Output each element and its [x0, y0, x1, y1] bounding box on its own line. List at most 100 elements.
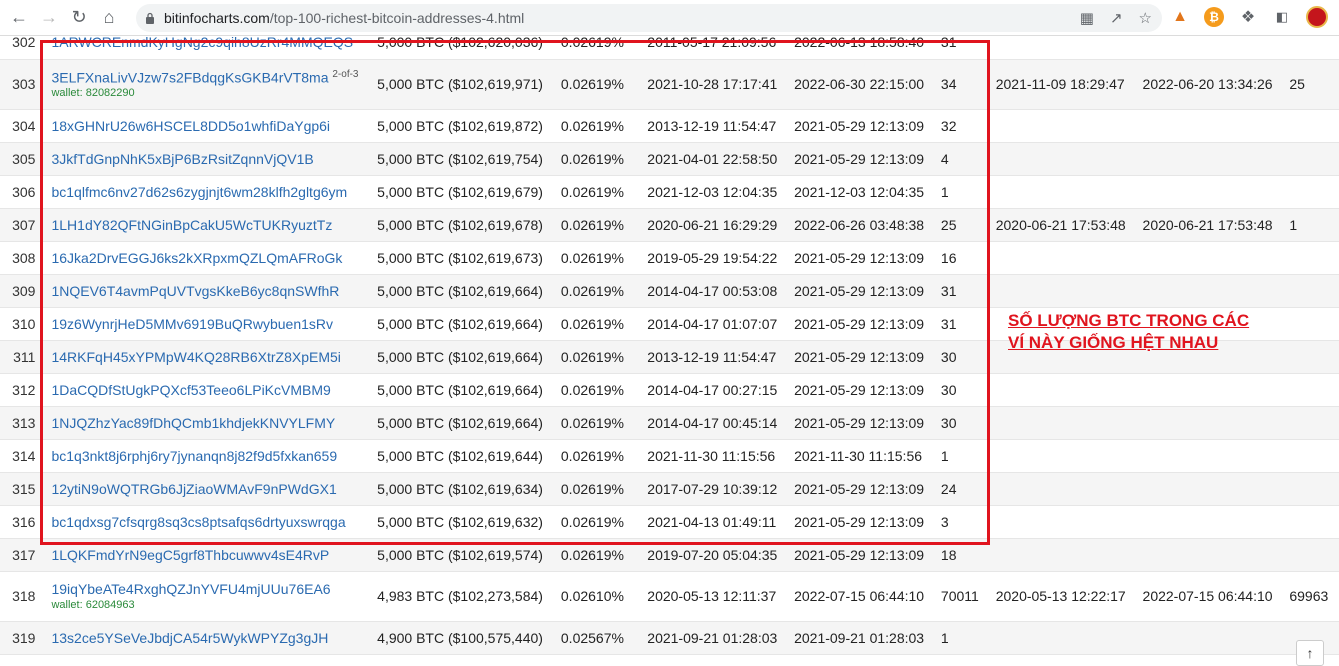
first-out-cell: [985, 406, 1133, 440]
address-link[interactable]: 18xGHNrU26w6HSCEL8DD5o1whfiDaYgp6i: [51, 118, 330, 134]
last-in-cell: 2021-05-29 12:13:09: [784, 538, 931, 572]
address-cell: 19iqYbeATe4RxghQZJnYVFU4mjUUu76EA6 wallet…: [43, 571, 368, 622]
last-out-cell: [1132, 373, 1280, 407]
address-bar[interactable]: bitinfocharts.com/top-100-richest-bitcoi…: [136, 4, 1162, 32]
percent-cell: 0.02619%: [550, 175, 638, 209]
last-in-cell: 2021-05-29 12:13:09: [784, 340, 931, 374]
first-out-cell: [985, 142, 1133, 176]
ins-count-cell: 32: [930, 109, 986, 143]
extensions-puzzle-icon[interactable]: ❖: [1238, 7, 1258, 27]
address-link[interactable]: 14RKFqH45xYPMpW4KQ28RB6XtrZ8XpEM5i: [51, 349, 340, 365]
last-in-cell: 2021-12-03 12:04:35: [784, 175, 931, 209]
coin-extension-icon[interactable]: ₿: [1204, 7, 1224, 27]
first-in-cell: 2021-11-30 11:15:56: [637, 439, 785, 473]
address-link[interactable]: 1NQEV6T4avmPqUVTvgsKkeB6yc8qnSWfhR: [51, 283, 339, 299]
balance-cell: 5,000 BTC ($102,619,971): [367, 59, 551, 110]
ins-count-cell: 1: [930, 621, 986, 655]
rank-cell: 307: [0, 208, 44, 242]
forward-icon[interactable]: →: [34, 3, 64, 33]
bookmark-star-icon[interactable]: ☆: [1139, 9, 1152, 27]
address-cell: 1NJQZhzYac89fDhQCmb1khdjekKNVYLFMY: [43, 406, 368, 440]
last-in-cell: 2021-05-29 12:13:09: [784, 142, 931, 176]
first-in-cell: 2021-04-01 22:58:50: [637, 142, 785, 176]
rank-cell: 312: [0, 373, 44, 407]
address-link[interactable]: 19z6WynrjHeD5MMv6919BuQRwybuen1sRv: [51, 316, 333, 332]
rank-cell: 317: [0, 538, 44, 572]
outs-count-cell: 69963: [1279, 571, 1339, 622]
metamask-extension-icon[interactable]: ▲: [1170, 7, 1190, 27]
table-row: 315 12ytiN9oWQTRGb6JjZiaoWMAvF9nPWdGX1 5,0…: [0, 472, 1339, 506]
balance-cell: 5,000 BTC ($102,619,754): [367, 142, 551, 176]
address-link[interactable]: 3ELFXnaLivVJzw7s2FBdqgKsGKB4rVT8ma: [51, 69, 328, 85]
wallet-label[interactable]: wallet: 82082290: [51, 87, 363, 99]
wallet-label[interactable]: wallet: 62084963: [51, 599, 363, 611]
address-cell: 14RKFqH45xYPMpW4KQ28RB6XtrZ8XpEM5i: [43, 340, 368, 374]
last-out-cell: [1132, 142, 1280, 176]
percent-cell: 0.02567%: [550, 621, 638, 655]
translate-icon[interactable]: ▦: [1080, 9, 1094, 27]
first-in-cell: 2014-04-17 01:07:07: [637, 307, 785, 341]
outs-count-cell: [1279, 340, 1339, 374]
outs-count-cell: 1: [1279, 208, 1339, 242]
last-in-cell: 2021-11-30 11:15:56: [784, 439, 931, 473]
table-row: 312 1DaCQDfStUgkPQXcf53Teeo6LPiKcVMBM9 5,0…: [0, 373, 1339, 407]
address-link[interactable]: bc1q3nkt8j6rphj6ry7jynanqn8j82f9d5fxkan6…: [51, 448, 337, 464]
address-link[interactable]: bc1qlfmc6nv27d62s6zygjnjt6wm28klfh2gltg6…: [51, 184, 347, 200]
rank-cell: 308: [0, 241, 44, 275]
address-link[interactable]: 12ytiN9oWQTRGb6JjZiaoWMAvF9nPWdGX1: [51, 481, 336, 497]
last-in-cell: 2022-07-15 06:44:10: [784, 571, 931, 622]
back-icon[interactable]: ←: [4, 3, 34, 33]
first-in-cell: 2021-10-28 17:17:41: [637, 59, 785, 110]
address-link[interactable]: 1DaCQDfStUgkPQXcf53Teeo6LPiKcVMBM9: [51, 382, 330, 398]
ins-count-cell: 3: [930, 505, 986, 539]
side-panel-icon[interactable]: ◧: [1272, 7, 1292, 27]
percent-cell: 0.02619%: [550, 538, 638, 572]
rank-cell: 318: [0, 571, 44, 622]
rank-cell: 309: [0, 274, 44, 308]
profile-avatar[interactable]: [1306, 6, 1328, 28]
address-link[interactable]: 1LQKFmdYrN9egC5grf8Thbcuwwv4sE4RvP: [51, 547, 329, 563]
rank-cell: 315: [0, 472, 44, 506]
reload-icon[interactable]: ↻: [64, 3, 94, 33]
first-in-cell: 2020-06-21 16:29:29: [637, 208, 785, 242]
outs-count-cell: [1279, 36, 1339, 60]
address-link[interactable]: 1NJQZhzYac89fDhQCmb1khdjekKNVYLFMY: [51, 415, 335, 431]
last-in-cell: 2021-05-29 12:13:09: [784, 274, 931, 308]
rank-cell: 310: [0, 307, 44, 341]
lock-icon[interactable]: [136, 12, 164, 24]
last-in-cell: 2021-05-29 12:13:09: [784, 373, 931, 407]
first-out-cell: 2021-11-09 18:29:47: [985, 59, 1133, 110]
address-link[interactable]: 1LH1dY82QFtNGinBpCakU5WcTUKRyuztTz: [51, 217, 332, 233]
rank-cell: 302: [0, 36, 44, 60]
balance-cell: 5,000 BTC ($102,619,678): [367, 208, 551, 242]
scroll-to-top-button[interactable]: ↑: [1296, 640, 1324, 666]
first-out-cell: [985, 175, 1133, 209]
address-cell: 12ytiN9oWQTRGb6JjZiaoWMAvF9nPWdGX1: [43, 472, 368, 506]
address-link[interactable]: 19iqYbeATe4RxghQZJnYVFU4mjUUu76EA6: [51, 581, 330, 597]
home-icon[interactable]: ⌂: [94, 3, 124, 33]
address-link[interactable]: 1ARWCREnmdKyHgNg2c9qih8UzRr4MMQEQS: [51, 36, 353, 50]
outs-count-cell: [1279, 274, 1339, 308]
last-in-cell: 2021-05-29 12:13:09: [784, 472, 931, 506]
ins-count-cell: 25: [930, 208, 986, 242]
share-icon[interactable]: ↗: [1110, 9, 1123, 27]
ins-count-cell: 30: [930, 406, 986, 440]
first-in-cell: 2013-12-19 11:54:47: [637, 340, 785, 374]
last-out-cell: [1132, 241, 1280, 275]
address-link[interactable]: 3JkfTdGnpNhK5xBjP6BzRsitZqnnVjQV1B: [51, 151, 313, 167]
last-out-cell: [1132, 406, 1280, 440]
address-link[interactable]: bc1qdxsg7cfsqrg8sq3cs8ptsafqs6drtyuxswrq…: [51, 514, 345, 530]
first-in-cell: 2019-05-29 19:54:22: [637, 241, 785, 275]
first-in-cell: 2014-04-17 00:27:15: [637, 373, 785, 407]
balance-cell: 5,000 BTC ($102,619,664): [367, 274, 551, 308]
first-out-cell: [985, 621, 1133, 655]
address-link[interactable]: 16Jka2DrvEGGJ6ks2kXRpxmQZLQmAFRoGk: [51, 250, 342, 266]
rank-cell: 303: [0, 59, 44, 110]
last-out-cell: [1132, 439, 1280, 473]
address-link[interactable]: 13s2ce5YSeVeJbdjCA54r5WykWPYZg3gJH: [51, 630, 328, 646]
percent-cell: 0.02619%: [550, 208, 638, 242]
ins-count-cell: 31: [930, 307, 986, 341]
first-out-cell: [985, 373, 1133, 407]
first-in-cell: 2021-04-13 01:49:11: [637, 505, 785, 539]
rank-cell: 316: [0, 505, 44, 539]
